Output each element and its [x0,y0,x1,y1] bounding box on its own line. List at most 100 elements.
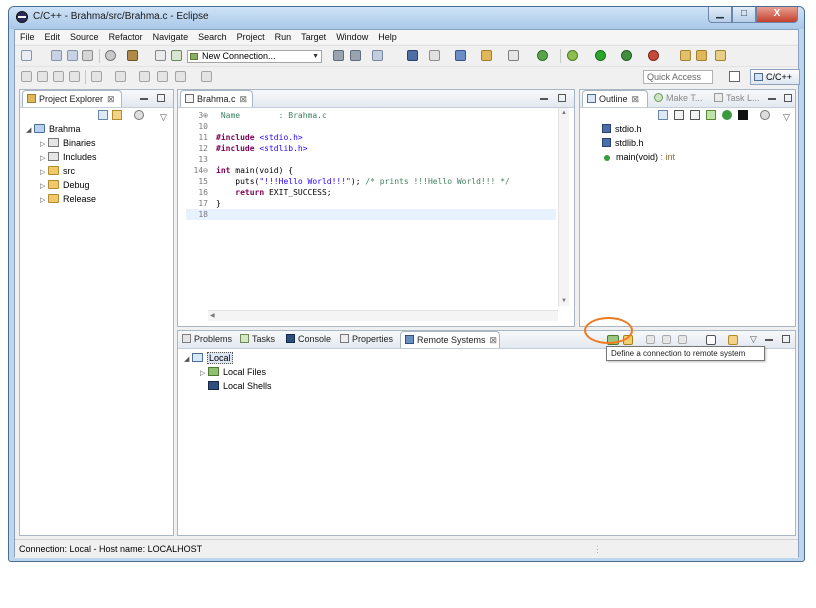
print-icon[interactable] [82,50,93,61]
collapse-all-icon[interactable] [658,110,668,120]
open-perspective-icon[interactable] [729,71,740,82]
twisty-collapsed-icon[interactable]: ▷ [40,152,48,165]
title-bar[interactable]: C/C++ - Brahma/src/Brahma.c - Eclipse ▁ … [9,7,804,29]
chevron-down-icon[interactable]: ▽ [160,112,167,122]
previous-annotation-icon[interactable] [139,71,150,82]
show-whitespace-icon[interactable] [91,71,102,82]
hide-non-public-icon[interactable] [722,110,732,120]
tree-item-includes[interactable]: ▷ Includes [40,151,97,164]
go-home-icon[interactable] [678,335,687,344]
link-with-editor-icon[interactable] [760,110,770,120]
toggle-mark-icon[interactable] [53,71,64,82]
debug-icon[interactable] [567,50,578,61]
close-icon[interactable]: ⊠ [107,94,115,104]
save-icon[interactable] [51,50,62,61]
link-with-editor-icon[interactable] [112,110,122,120]
menu-window[interactable]: Window [331,30,373,44]
hide-fields-icon[interactable] [690,110,700,120]
new-class-icon[interactable] [537,50,548,61]
build-icon[interactable] [127,50,138,61]
menu-refactor[interactable]: Refactor [104,30,148,44]
tab-tasks[interactable]: Tasks [240,331,275,348]
tab-project-explorer[interactable]: Project Explorer ⊠ [22,90,122,107]
tree-item-src[interactable]: ▷ src [40,165,75,178]
chevron-down-icon[interactable]: ▽ [750,334,757,344]
tab-remote-systems[interactable]: Remote Systems ⊠ [400,331,500,348]
link-with-editor-icon[interactable] [728,335,738,345]
edit-icon[interactable] [21,71,32,82]
search-icon[interactable] [680,50,691,61]
menu-edit[interactable]: Edit [40,30,66,44]
minimize-view-icon[interactable] [768,98,776,100]
menu-target[interactable]: Target [296,30,331,44]
tools-icon[interactable] [715,50,726,61]
close-icon[interactable]: ⊠ [490,335,498,345]
new-project-icon[interactable] [455,50,466,61]
twisty-collapsed-icon[interactable]: ▷ [40,166,48,179]
sort-icon[interactable] [674,110,684,120]
menu-navigate[interactable]: Navigate [148,30,194,44]
connection-icon[interactable] [171,50,182,61]
open-folder-icon[interactable] [696,50,707,61]
tree-item-debug[interactable]: ▷ Debug [40,179,90,192]
menu-source[interactable]: Source [65,30,104,44]
outline-item-main[interactable]: main(void) : int [602,151,675,164]
scroll-left-icon[interactable]: ◀ [210,312,215,319]
maximize-view-icon[interactable] [782,335,790,343]
outline-item-stdlib[interactable]: stdlib.h [602,137,644,150]
menu-help[interactable]: Help [373,30,402,44]
view-menu-icon[interactable] [134,110,144,120]
skip-breakpoints-icon[interactable] [429,50,440,61]
minimize-view-icon[interactable] [765,339,773,341]
collapse-all-icon[interactable] [706,335,716,345]
menu-file[interactable]: File [15,30,40,44]
build-settings-icon[interactable] [105,50,116,61]
forward-icon[interactable] [201,71,212,82]
hide-macros-icon[interactable] [738,110,748,120]
perspective-cc-button[interactable]: C/C++ [750,69,800,85]
external-tools-icon[interactable] [648,50,659,61]
next-annotation-icon[interactable] [115,71,126,82]
chevron-down-icon[interactable]: ▽ [783,112,790,122]
maximize-view-icon[interactable] [558,94,566,102]
twisty-collapsed-icon[interactable]: ▷ [40,138,48,151]
maximize-button[interactable]: □ [732,7,756,23]
scroll-up-icon[interactable]: ▲ [561,110,567,116]
twisty-expanded-icon[interactable]: ◢ [184,353,192,366]
maximize-view-icon[interactable] [784,94,792,102]
minimize-button[interactable]: ▁ [708,7,732,23]
tree-item-local[interactable]: ◢ Local [184,352,233,365]
new-icon[interactable] [21,50,32,61]
tab-brahma-c[interactable]: Brahma.c ⊠ [180,90,253,107]
quick-access-field[interactable]: Quick Access [643,70,713,84]
close-icon[interactable]: ⊠ [240,94,248,104]
connect-icon[interactable] [333,50,344,61]
tree-item-release[interactable]: ▷ Release [40,193,96,206]
twisty-collapsed-icon[interactable]: ▷ [40,180,48,193]
terminal-icon[interactable] [372,50,383,61]
tree-item-brahma[interactable]: ◢ Brahma [26,123,81,136]
tab-task-list[interactable]: Task L... [712,90,760,107]
save-all-icon[interactable] [67,50,78,61]
minimize-view-icon[interactable] [540,98,548,100]
tab-make-target[interactable]: Make T... [652,90,702,107]
tree-item-local-files[interactable]: ▷ Local Files [200,366,266,379]
block-selection-icon[interactable] [69,71,80,82]
twisty-collapsed-icon[interactable]: ▷ [200,367,208,380]
twisty-collapsed-icon[interactable]: ▷ [40,194,48,207]
menu-search[interactable]: Search [193,30,232,44]
maximize-view-icon[interactable] [157,94,165,102]
annotation-icon[interactable] [37,71,48,82]
last-edit-icon[interactable] [157,71,168,82]
close-icon[interactable]: ⊠ [632,94,640,104]
run-icon[interactable] [595,50,606,61]
outline-item-stdio[interactable]: stdio.h [602,123,642,136]
profile-icon[interactable] [621,50,632,61]
editor-horizontal-scrollbar[interactable]: ◀ [208,310,558,321]
connection-combo[interactable]: New Connection... ▼ [187,50,322,63]
menu-run[interactable]: Run [270,30,297,44]
open-console-icon[interactable] [407,50,418,61]
back-icon[interactable] [175,71,186,82]
new-folder-icon[interactable] [481,50,492,61]
menu-project[interactable]: Project [232,30,270,44]
